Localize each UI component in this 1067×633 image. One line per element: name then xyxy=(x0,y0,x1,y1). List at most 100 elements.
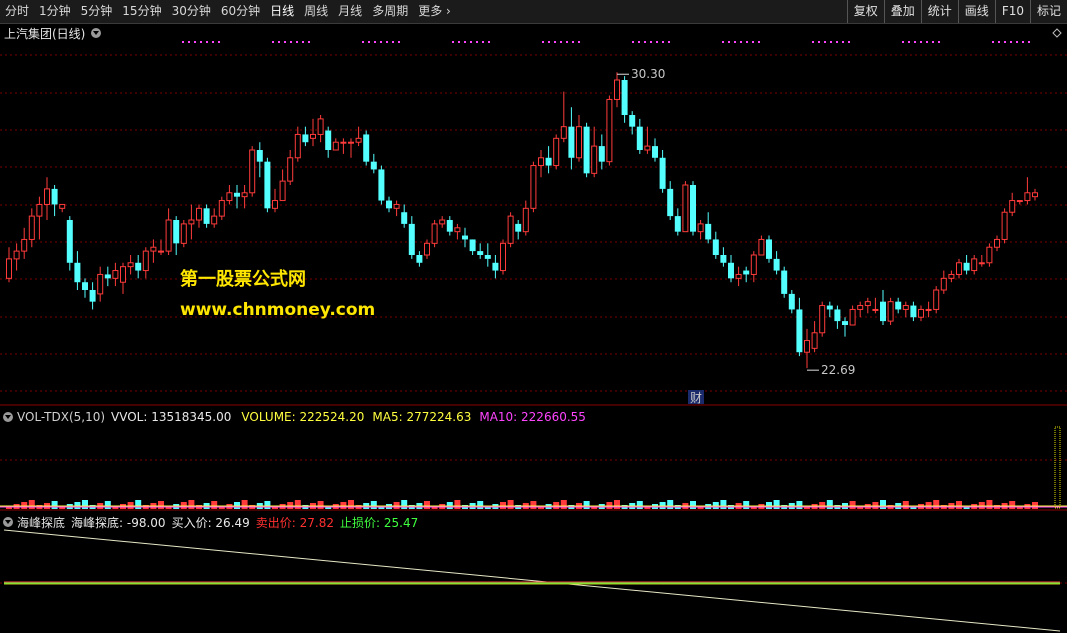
candle-body xyxy=(591,145,598,174)
volume-bar xyxy=(636,501,643,509)
volume-bar xyxy=(28,500,35,509)
candle-body xyxy=(743,270,750,275)
volume-bar xyxy=(690,501,696,509)
vol-indicator-name: VOL-TDX(5,10) xyxy=(17,410,106,424)
candle-body xyxy=(355,137,362,143)
candle-body xyxy=(150,246,157,252)
candle-body xyxy=(1009,200,1016,213)
volume-bar xyxy=(348,500,354,509)
volume-bar xyxy=(317,501,324,509)
candle-body xyxy=(226,192,233,202)
signal-dot xyxy=(734,41,736,43)
signal-dot xyxy=(668,41,670,43)
candle-body xyxy=(310,133,316,139)
signal-dot xyxy=(308,41,310,43)
signal-dot xyxy=(644,41,646,43)
candle-body xyxy=(545,157,552,166)
candle-body xyxy=(1001,211,1008,240)
chevron-down-icon[interactable] xyxy=(3,412,13,422)
volume-value: VOLUME: 222524.20 xyxy=(241,410,365,424)
candle-body xyxy=(515,223,522,232)
candle-body xyxy=(880,301,886,322)
candle-body xyxy=(690,185,696,232)
candle-body xyxy=(644,145,651,151)
candle-body xyxy=(462,235,468,240)
candle-body xyxy=(180,223,187,244)
volume-bar xyxy=(158,501,164,509)
candle-body xyxy=(142,250,149,272)
candle-body xyxy=(758,238,765,256)
chevron-down-icon[interactable] xyxy=(3,517,13,527)
signal-dot xyxy=(572,41,574,43)
signal-dot xyxy=(656,41,658,43)
signal-dot xyxy=(218,41,220,43)
stock-chart: 30.30 22.69 财 xyxy=(0,28,1067,632)
candle-body xyxy=(667,188,674,217)
volume-bar xyxy=(294,500,301,509)
volume-bar xyxy=(401,500,408,509)
candle-body xyxy=(484,255,491,259)
candle-body xyxy=(819,305,826,334)
candle-body xyxy=(1016,200,1023,203)
candle-body xyxy=(112,270,119,279)
candle-body xyxy=(614,79,620,100)
candle-body xyxy=(576,126,582,159)
candle-body xyxy=(325,130,332,150)
candle-body xyxy=(249,149,256,194)
volume-bar xyxy=(188,500,195,509)
volume-bar xyxy=(507,500,514,509)
candle-body xyxy=(36,203,43,217)
volume-bar xyxy=(1009,501,1016,509)
signal-dot xyxy=(812,41,814,43)
vvol-value: VVOL: 13518345.00 xyxy=(111,410,232,424)
signal-dot xyxy=(272,41,274,43)
buy-price: 买入价: 26.49 xyxy=(171,515,250,530)
main-panel-header: 上汽集团(日线) xyxy=(0,25,105,41)
volume-bar xyxy=(880,500,886,509)
candle-body xyxy=(659,157,666,189)
candle-body xyxy=(621,80,628,115)
watermark-url: www.chnmoney.com xyxy=(180,300,376,320)
signal-dot xyxy=(566,41,568,43)
volume-bar xyxy=(477,501,484,509)
candle-body xyxy=(317,118,324,135)
candle-body xyxy=(933,289,940,310)
candle-body xyxy=(234,192,240,197)
candle-body xyxy=(674,216,681,232)
candle-body xyxy=(857,305,864,310)
candle-body xyxy=(188,219,195,225)
signal-dot xyxy=(992,41,994,43)
volume-panel-header: VOL-TDX(5,10) VVOL: 13518345.00 VOLUME: … xyxy=(0,409,586,425)
candle-body xyxy=(469,239,476,252)
signal-dot xyxy=(632,41,634,43)
candle-body xyxy=(781,270,788,294)
candle-body xyxy=(393,203,400,209)
volume-bar xyxy=(530,501,537,509)
candle-body xyxy=(598,146,605,162)
volume-bar xyxy=(264,501,271,509)
candle-body xyxy=(652,146,658,158)
candle-body xyxy=(386,200,392,209)
volume-bar xyxy=(667,500,674,509)
candle-body xyxy=(158,250,164,253)
candle-body xyxy=(6,258,12,279)
candle-body xyxy=(538,157,544,167)
volume-bar xyxy=(933,500,940,509)
volume-bar xyxy=(743,501,750,509)
candle-body xyxy=(59,203,66,209)
candle-body xyxy=(332,141,339,151)
candle-body xyxy=(97,273,104,295)
candle-body xyxy=(705,223,712,240)
candle-body xyxy=(21,238,28,252)
candle-body xyxy=(264,161,271,209)
chevron-down-icon[interactable] xyxy=(91,28,102,38)
candle-body xyxy=(986,246,993,264)
stop-loss-price: 止损价: 25.47 xyxy=(340,515,419,530)
signal-dot xyxy=(830,41,832,43)
candle-body xyxy=(500,242,506,272)
signal-dot xyxy=(662,41,664,43)
signal-dot xyxy=(932,41,934,43)
candle-body xyxy=(66,220,73,263)
candle-body xyxy=(446,220,453,232)
candle-body xyxy=(682,184,689,233)
